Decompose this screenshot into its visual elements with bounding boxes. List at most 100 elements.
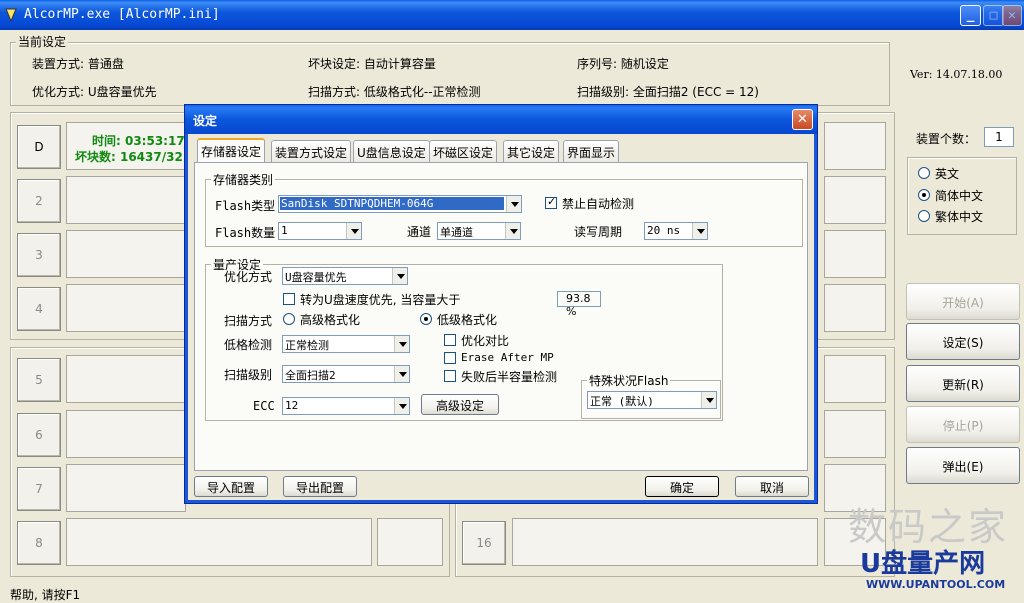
ecc-select[interactable]: 12 <box>282 397 410 415</box>
port-6-button[interactable]: 6 <box>17 413 61 457</box>
port-8-button[interactable]: 8 <box>17 521 61 565</box>
settings-button[interactable]: 设定(S) <box>906 323 1020 360</box>
watermark-line3: WWW.UPANTOOL.COM <box>866 578 1006 591</box>
ok-button[interactable]: 确定 <box>645 476 719 497</box>
speed-threshold-unit: % <box>566 305 577 318</box>
port-2-button[interactable]: 2 <box>17 179 61 223</box>
window-title: AlcorMP.exe [AlcorMP.ini] <box>24 7 220 22</box>
flash-type-select[interactable]: SanDisk SDTNPQDHEM-064G <box>278 195 522 213</box>
optimize-value: U盘容量优先 <box>285 271 347 284</box>
channel-label: 通道 <box>407 225 432 239</box>
chevron-down-icon <box>692 223 707 239</box>
maximize-button[interactable]: □ <box>983 5 1004 26</box>
chevron-down-icon <box>394 366 409 382</box>
port-12-extra <box>824 284 886 332</box>
scan-high-label: 高级格式化 <box>300 313 361 327</box>
lang-radio-english[interactable] <box>918 167 930 179</box>
disable-auto-detect-checkbox[interactable] <box>545 195 557 209</box>
start-button[interactable]: 开始(A) <box>906 283 1020 320</box>
chevron-down-icon <box>394 398 409 414</box>
close-button[interactable]: ✕ <box>1002 5 1022 26</box>
scan-level-select[interactable]: 全面扫描2 <box>282 365 410 383</box>
advanced-settings-button[interactable]: 高级设定 <box>421 394 499 415</box>
optimize-compare-checkbox[interactable] <box>444 334 456 346</box>
disable-auto-detect-label: 禁止自动检测 <box>562 197 635 211</box>
lang-simplified-label: 简体中文 <box>935 189 984 203</box>
port-7-button[interactable]: 7 <box>17 467 61 511</box>
close-icon: ✕ <box>797 112 808 127</box>
stop-button[interactable]: 停止(P) <box>906 406 1020 443</box>
minimize-button[interactable]: _ <box>960 5 981 26</box>
scan-high-radio[interactable] <box>283 313 295 325</box>
tab-storage[interactable]: 存储器设定 <box>197 138 266 162</box>
version-text: Ver: 14.07.18.00 <box>910 68 1003 81</box>
watermark-line2: U盘量产网 <box>860 549 986 579</box>
port-7-info <box>66 464 186 512</box>
tab-other[interactable]: 其它设定 <box>503 140 560 162</box>
speed-threshold-field[interactable]: 93.8 % <box>557 291 601 318</box>
refresh-button[interactable]: 更新(R) <box>906 365 1020 402</box>
scan-level-label: 扫描级别 <box>224 368 273 382</box>
scan-mode-label: 扫描方式 <box>224 314 273 328</box>
half-capacity-checkbox[interactable] <box>444 370 456 382</box>
flash-type-label: Flash类型 <box>215 199 276 213</box>
ecc-value: 12 <box>285 399 299 412</box>
scan-mode-text: 扫描方式: 低级格式化--正常检测 <box>308 85 481 99</box>
cycle-value: 20 ns <box>647 224 681 237</box>
port-d-button[interactable]: D <box>17 125 61 169</box>
scan-low-radio[interactable] <box>420 313 432 325</box>
port-10-extra <box>824 176 886 224</box>
channel-select[interactable]: 单通道 <box>437 222 521 240</box>
channel-value: 单通道 <box>440 226 473 239</box>
chevron-down-icon <box>392 268 407 284</box>
port-9-extra <box>824 122 886 170</box>
cycle-select[interactable]: 20 ns <box>644 222 708 240</box>
cancel-button[interactable]: 取消 <box>735 476 809 497</box>
eject-button[interactable]: 弹出(E) <box>906 447 1020 484</box>
status-help-text: 帮助, 请按F1 <box>10 588 81 602</box>
low-check-value: 正常检测 <box>285 339 329 352</box>
port-16-button[interactable]: 16 <box>462 521 506 565</box>
optimize-compare-label: 优化对比 <box>461 334 510 348</box>
port-2-info <box>66 176 186 224</box>
chevron-down-icon <box>394 336 409 352</box>
optimize-select[interactable]: U盘容量优先 <box>282 267 408 285</box>
port-4-button[interactable]: 4 <box>17 287 61 331</box>
speed-priority-label: 转为U盘速度优先, 当容量大于 <box>300 293 461 307</box>
port-5-button[interactable]: 5 <box>17 358 61 402</box>
scan-low-label: 低级格式化 <box>437 313 498 327</box>
port-3-info <box>66 230 186 278</box>
special-flash-value: 正常 (默认) <box>590 395 654 408</box>
low-check-select[interactable]: 正常检测 <box>282 335 410 353</box>
dialog-title-bar: 设定 ✕ <box>185 105 817 134</box>
port-8-info <box>66 518 372 566</box>
lang-english-label: 英文 <box>935 167 960 181</box>
chevron-down-icon <box>346 223 361 239</box>
port-d-bad-blocks: 坏块数: 16437/32 <box>75 150 183 164</box>
tab-device-mode[interactable]: 装置方式设定 <box>271 140 352 162</box>
device-count-label: 装置个数： <box>916 132 977 146</box>
port-16-info <box>512 518 818 566</box>
special-flash-label: 特殊状况Flash <box>587 372 671 389</box>
special-flash-select[interactable]: 正常 (默认) <box>587 391 717 409</box>
port-3-button[interactable]: 3 <box>17 233 61 277</box>
lang-radio-simplified[interactable] <box>918 189 930 201</box>
flash-count-select[interactable]: 1 <box>278 222 362 240</box>
tab-udisk-info[interactable]: U盘信息设定 <box>353 140 430 162</box>
close-icon: ✕ <box>1008 8 1016 23</box>
speed-priority-checkbox[interactable] <box>283 293 295 305</box>
optimize-label: 优化方式 <box>224 270 273 284</box>
flash-count-label: Flash数量 <box>215 226 276 240</box>
tab-display[interactable]: 界面显示 <box>563 140 620 162</box>
chevron-down-icon <box>505 223 520 239</box>
port-6-info <box>66 410 186 458</box>
port-13-extra <box>824 355 886 403</box>
lang-radio-traditional[interactable] <box>918 210 930 222</box>
export-config-button[interactable]: 导出配置 <box>283 476 357 497</box>
device-count-field[interactable]: 1 <box>984 127 1014 147</box>
tab-bad-sector[interactable]: 坏磁区设定 <box>429 140 498 162</box>
port-11-extra <box>824 230 886 278</box>
dialog-close-button[interactable]: ✕ <box>792 109 813 130</box>
erase-after-mp-checkbox[interactable] <box>444 352 456 364</box>
import-config-button[interactable]: 导入配置 <box>194 476 268 497</box>
